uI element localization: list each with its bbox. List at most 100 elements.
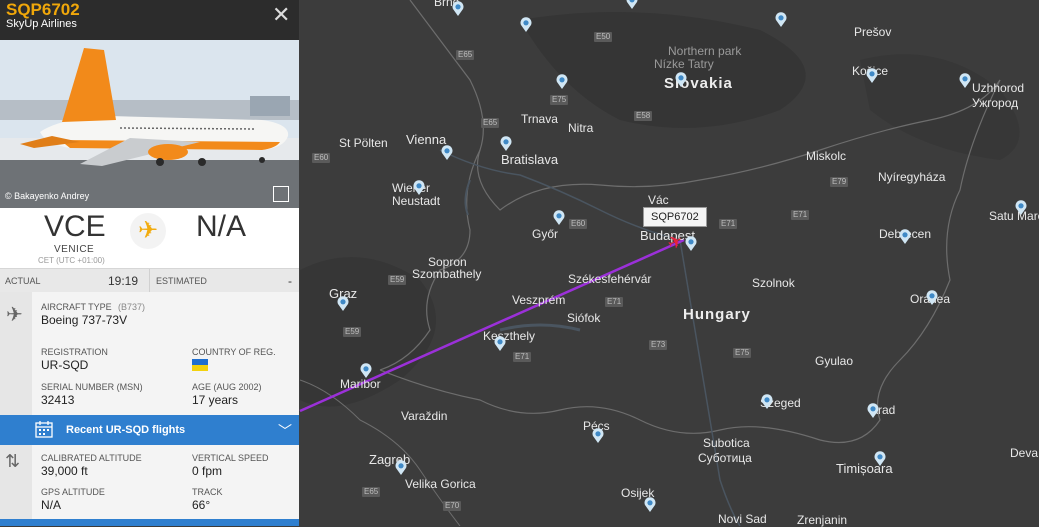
aircraft-photo[interactable]: © Bakayenko Andrey <box>0 40 299 208</box>
airplane-icon: ✈ <box>6 304 23 326</box>
registration-value[interactable]: UR-SQD <box>41 358 88 372</box>
serial-value: 32413 <box>41 393 75 407</box>
map-city-label: Trnava <box>521 112 558 126</box>
recent-flights-button[interactable]: Recent UR-SQD flights ﹀ <box>0 415 299 445</box>
map-city-label: Deva <box>1010 446 1039 460</box>
map-city-label: Prešov <box>854 25 892 39</box>
serial-label: SERIAL NUMBER (MSN) <box>41 382 143 392</box>
map-city-label: Szolnok <box>752 276 795 290</box>
airport-pin-icon[interactable] <box>395 460 407 475</box>
flight-tag-label[interactable]: SQP6702 <box>643 207 707 227</box>
airport-pin-icon[interactable] <box>761 394 773 409</box>
expand-photo-icon[interactable] <box>273 186 289 202</box>
aircraft-photo-image <box>0 40 299 208</box>
telemetry-details: ⇅ CALIBRATED ALTITUDE 39,000 ft VERTICAL… <box>0 445 299 519</box>
road-shield: E71 <box>513 352 532 362</box>
vertical-speed-label: VERTICAL SPEED <box>192 453 269 463</box>
airport-pin-icon[interactable] <box>959 73 971 88</box>
map-city-label: Satu Mare <box>989 209 1039 223</box>
map-city-label: Subotica <box>703 436 750 450</box>
road-shield: E73 <box>649 340 668 350</box>
road-shield: E71 <box>605 297 624 307</box>
road-shield: E65 <box>481 118 500 128</box>
road-shield: E79 <box>830 177 849 187</box>
airport-pin-icon[interactable] <box>867 403 879 418</box>
next-section-bar[interactable] <box>0 519 299 526</box>
route-summary: VCE VENICE CET (UTC +01:00) ✈ N/A <box>0 208 299 268</box>
airport-pin-icon[interactable] <box>413 180 425 195</box>
track-label: TRACK <box>192 487 223 497</box>
airport-pin-icon[interactable] <box>874 451 886 466</box>
map-city-label: Zrenjanin <box>797 513 848 527</box>
airport-pin-icon[interactable] <box>1015 200 1027 215</box>
map-city-label: Vác <box>648 193 669 207</box>
road-shield: E71 <box>719 219 738 229</box>
road-shield: E65 <box>362 487 381 497</box>
map-city-label: Bratislava <box>501 152 559 167</box>
airline-name[interactable]: SkyUp Airlines <box>6 18 77 30</box>
airport-pin-icon[interactable] <box>592 428 604 443</box>
airport-pin-icon[interactable] <box>899 229 911 244</box>
gps-altitude-label: GPS ALTITUDE <box>41 487 105 497</box>
map-city-label: Szombathely <box>412 267 482 281</box>
panel-header: SQP6702 SkyUp Airlines ✕ <box>0 0 299 40</box>
track-value: 66° <box>192 498 211 512</box>
map-park-label: Nízke Tatry <box>654 57 714 71</box>
aircraft-type-code: (B737) <box>118 302 146 312</box>
aircraft-section-icon-bg: ✈ <box>0 292 32 415</box>
airport-pin-icon[interactable] <box>866 68 878 83</box>
map-city-label: Székesfehérvár <box>568 272 652 286</box>
airport-pin-icon[interactable] <box>626 0 638 9</box>
map-city-label: Keszthely <box>483 329 536 343</box>
airport-pin-icon[interactable] <box>553 210 565 225</box>
airport-pin-icon[interactable] <box>926 290 938 305</box>
airport-pin-icon[interactable] <box>775 12 787 27</box>
road-shield: E60 <box>312 153 331 163</box>
airport-pin-icon[interactable] <box>644 497 656 512</box>
map-city-label: Uzhhorod <box>972 81 1025 95</box>
age-label: AGE (AUG 2002) <box>192 382 262 392</box>
airport-pin-icon[interactable] <box>556 74 568 89</box>
estimated-value: - <box>288 274 292 288</box>
road-shield: E60 <box>569 219 588 229</box>
airport-pin-icon[interactable] <box>360 363 372 378</box>
road-shield: E50 <box>594 32 613 42</box>
photo-credit[interactable]: © Bakayenko Andrey <box>5 191 89 201</box>
map-city-label: Maribor <box>340 377 381 391</box>
altitude-icon: ⇅ <box>5 451 21 471</box>
map-city-label: Nyíregyháza <box>878 170 946 184</box>
airport-pin-icon[interactable] <box>337 296 349 311</box>
divider <box>149 269 150 293</box>
actual-label: ACTUAL <box>5 276 41 286</box>
airport-pin-icon[interactable] <box>675 72 687 87</box>
map-city-label: Суботица <box>698 451 752 465</box>
estimated-label: ESTIMATED <box>156 276 207 286</box>
calendar-icon <box>35 420 53 438</box>
chevron-down-icon: ﹀ <box>278 423 292 439</box>
airport-pin-icon[interactable] <box>520 17 532 32</box>
airport-pin-icon[interactable] <box>452 1 464 16</box>
calibrated-altitude-value: 39,000 ft <box>41 464 88 478</box>
airport-pin-icon[interactable] <box>500 136 512 151</box>
aircraft-type-value: Boeing 737-73V <box>41 313 128 327</box>
aircraft-type-label: AIRCRAFT TYPE <box>41 302 112 312</box>
map-city-label: Siófok <box>567 311 601 325</box>
road-shield: E65 <box>456 50 475 60</box>
ukraine-flag-icon <box>192 359 208 371</box>
airport-pin-icon[interactable] <box>494 336 506 351</box>
road-shield: E71 <box>791 210 810 220</box>
map-city-label: Miskolc <box>806 149 847 163</box>
origin-code[interactable]: VCE <box>44 210 106 244</box>
age-value: 17 years <box>192 393 239 407</box>
flight-info-panel: SQP6702 SkyUp Airlines ✕ © Bakayenko And… <box>0 0 299 526</box>
road-shield: E75 <box>550 95 569 105</box>
map-city-label: Novi Sad <box>718 512 767 526</box>
airport-pin-icon[interactable] <box>685 236 697 251</box>
road-shield: E75 <box>733 348 752 358</box>
registration-label: REGISTRATION <box>41 347 108 357</box>
map-city-label: Velika Gorica <box>405 477 476 491</box>
map-city-label: Nitra <box>568 121 594 135</box>
airport-pin-icon[interactable] <box>441 145 453 160</box>
close-icon[interactable]: ✕ <box>272 2 290 28</box>
map-city-label: Ужгород <box>972 96 1019 110</box>
